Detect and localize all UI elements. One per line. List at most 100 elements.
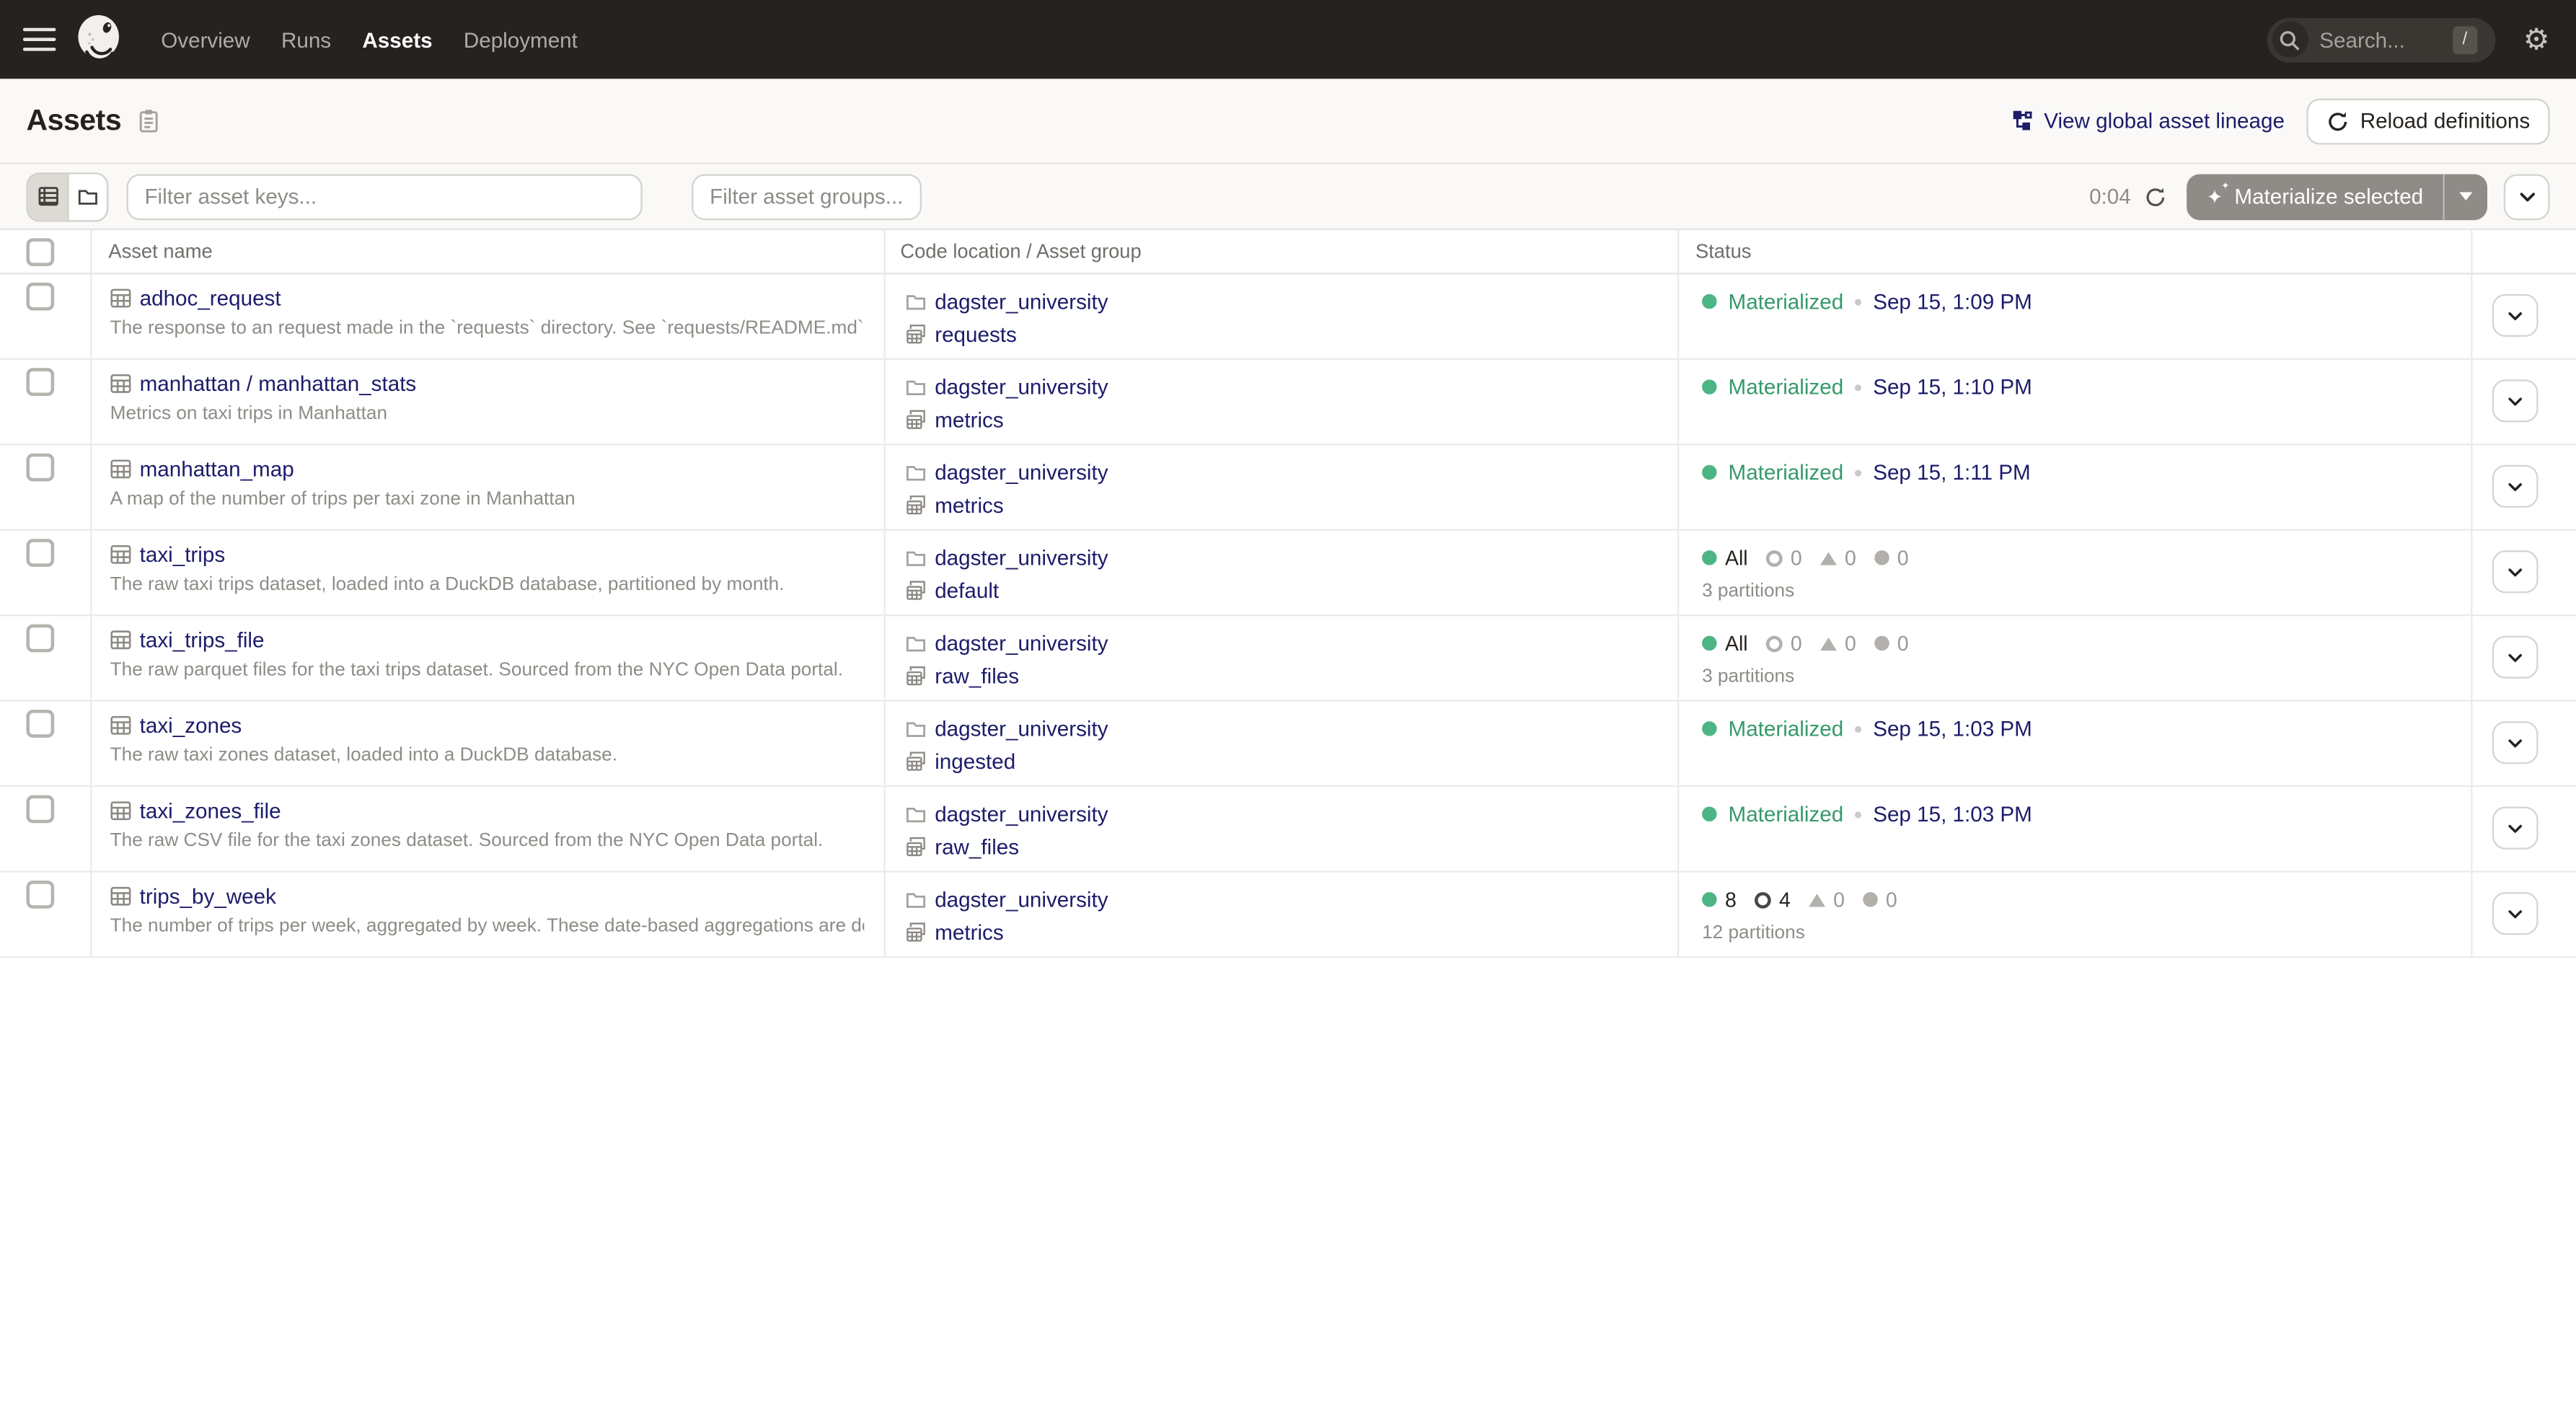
materialized-dot-icon <box>1702 465 1717 480</box>
materialization-timestamp-link[interactable]: Sep 15, 1:03 PM <box>1873 802 2032 826</box>
row-expand-button[interactable] <box>2492 892 2538 935</box>
row-expand-button[interactable] <box>2492 465 2538 508</box>
row-expand-button[interactable] <box>2492 636 2538 679</box>
code-location-link[interactable]: dagster_university <box>935 545 1108 569</box>
chevron-down-icon <box>2507 822 2523 834</box>
status-materialized: Materialized Sep 15, 1:10 PM <box>1702 373 2471 401</box>
table-row: manhattan_map A map of the number of tri… <box>0 445 2576 530</box>
asset-name-link[interactable]: adhoc_request <box>140 286 281 310</box>
asset-name-link[interactable]: trips_by_week <box>140 884 276 909</box>
chevron-down-icon <box>2507 737 2523 749</box>
asset-group-link[interactable]: requests <box>935 321 1017 345</box>
asset-group-link[interactable]: metrics <box>935 920 1003 944</box>
row-expand-button[interactable] <box>2492 807 2538 850</box>
clipboard-icon[interactable] <box>136 108 161 133</box>
dagster-logo[interactable] <box>72 10 125 69</box>
toolbar-expand-button[interactable] <box>2504 173 2550 219</box>
toolbar-right-group: 0:04 ✦ Materialize selected <box>2089 173 2549 219</box>
row-checkbox[interactable] <box>26 795 54 824</box>
nav-item-runs[interactable]: Runs <box>278 20 334 58</box>
materialize-selected-button[interactable]: ✦ Materialize selected <box>2187 173 2487 219</box>
folder-view-button[interactable] <box>67 173 107 219</box>
table-row: taxi_trips The raw taxi trips dataset, l… <box>0 531 2576 616</box>
asset-group-link[interactable]: metrics <box>935 407 1003 431</box>
row-checkbox[interactable] <box>26 539 54 567</box>
code-location-link[interactable]: dagster_university <box>935 801 1108 826</box>
row-checkbox[interactable] <box>26 710 54 738</box>
view-global-asset-lineage-link[interactable]: View global asset lineage <box>2013 108 2285 133</box>
refresh-countdown-icon[interactable] <box>2144 185 2167 208</box>
failed-partitions-ring-icon <box>1755 891 1771 908</box>
row-expand-button[interactable] <box>2492 721 2538 764</box>
materialization-timestamp-link[interactable]: Sep 15, 1:03 PM <box>1873 716 2032 741</box>
asset-group-link[interactable]: metrics <box>935 492 1003 516</box>
asset-group-icon <box>905 921 927 943</box>
asset-group-link[interactable]: default <box>935 578 999 602</box>
status-label: Materialized <box>1729 802 1844 826</box>
gear-icon[interactable]: ⚙ <box>2523 25 2550 54</box>
asset-group-icon <box>905 323 927 345</box>
row-checkbox[interactable] <box>26 625 54 653</box>
asset-name-link[interactable]: manhattan / manhattan_stats <box>140 371 417 396</box>
hamburger-menu-button[interactable] <box>23 28 56 51</box>
code-location-link[interactable]: dagster_university <box>935 715 1108 740</box>
missing-partitions-dot-icon <box>1874 636 1889 651</box>
asset-group-link[interactable]: ingested <box>935 749 1015 773</box>
filter-asset-keys-input[interactable] <box>126 173 642 219</box>
search-input[interactable]: Search... / <box>2267 17 2495 62</box>
code-location-link[interactable]: dagster_university <box>935 288 1108 313</box>
code-location-link[interactable]: dagster_university <box>935 630 1108 655</box>
asset-description: The number of trips per week, aggregated… <box>110 917 865 936</box>
asset-name-link[interactable]: taxi_zones <box>140 713 242 738</box>
asset-description: The raw parquet files for the taxi trips… <box>110 661 865 680</box>
asset-description: The raw CSV file for the taxi zones data… <box>110 832 865 851</box>
asset-table-body: adhoc_request The response to an request… <box>0 274 2576 958</box>
row-expand-button[interactable] <box>2492 294 2538 337</box>
table-row: taxi_zones_file The raw CSV file for the… <box>0 787 2576 872</box>
materialization-timestamp-link[interactable]: Sep 15, 1:11 PM <box>1873 460 2030 485</box>
folder-icon <box>905 290 927 312</box>
materialize-dropdown-caret[interactable] <box>2443 173 2487 219</box>
row-expand-button[interactable] <box>2492 550 2538 593</box>
asset-toolbar: 0:04 ✦ Materialize selected <box>0 164 2576 229</box>
select-all-checkbox[interactable] <box>26 237 54 265</box>
materialize-main[interactable]: ✦ Materialize selected <box>2187 173 2443 219</box>
page-header: Assets <box>0 79 2576 164</box>
materialization-timestamp-link[interactable]: Sep 15, 1:09 PM <box>1873 289 2032 314</box>
top-nav: Overview Runs Assets Deployment Search..… <box>0 0 2576 79</box>
status-partitioned: All 0 0 0 3 partitions <box>1702 629 2471 687</box>
asset-name-link[interactable]: taxi_trips <box>140 542 226 567</box>
list-view-button[interactable] <box>28 173 68 219</box>
chevron-down-icon <box>2507 395 2523 407</box>
code-location-link[interactable]: dagster_university <box>935 459 1108 484</box>
materialization-timestamp-link[interactable]: Sep 15, 1:10 PM <box>1873 374 2032 399</box>
asset-name-link[interactable]: taxi_trips_file <box>140 627 265 652</box>
reload-definitions-button[interactable]: Reload definitions <box>2306 98 2550 144</box>
folder-icon <box>905 461 927 482</box>
overdue-partitions-count: 0 <box>1833 888 1845 911</box>
asset-table-icon <box>110 459 132 480</box>
separator-dot-icon <box>1855 726 1861 732</box>
row-checkbox[interactable] <box>26 881 54 909</box>
asset-description: Metrics on taxi trips in Manhattan <box>110 404 865 423</box>
chevron-down-icon <box>2507 309 2523 321</box>
status-materialized: Materialized Sep 15, 1:11 PM <box>1702 459 2471 487</box>
asset-name-link[interactable]: taxi_zones_file <box>140 798 281 823</box>
row-checkbox[interactable] <box>26 454 54 482</box>
search-placeholder: Search... <box>2319 27 2453 52</box>
filter-asset-groups-input[interactable] <box>692 173 922 219</box>
row-checkbox[interactable] <box>26 368 54 396</box>
asset-group-link[interactable]: raw_files <box>935 834 1019 858</box>
asset-group-link[interactable]: raw_files <box>935 663 1019 687</box>
row-checkbox[interactable] <box>26 283 54 311</box>
column-header-status: Status <box>1695 240 1752 263</box>
column-header-code-location: Code location / Asset group <box>900 240 1141 263</box>
code-location-link[interactable]: dagster_university <box>935 374 1108 398</box>
asset-table-icon <box>110 715 132 736</box>
asset-name-link[interactable]: manhattan_map <box>140 457 294 481</box>
nav-item-overview[interactable]: Overview <box>158 20 254 58</box>
nav-item-assets[interactable]: Assets <box>359 20 436 58</box>
code-location-link[interactable]: dagster_university <box>935 886 1108 911</box>
row-expand-button[interactable] <box>2492 379 2538 422</box>
nav-item-deployment[interactable]: Deployment <box>460 20 581 58</box>
